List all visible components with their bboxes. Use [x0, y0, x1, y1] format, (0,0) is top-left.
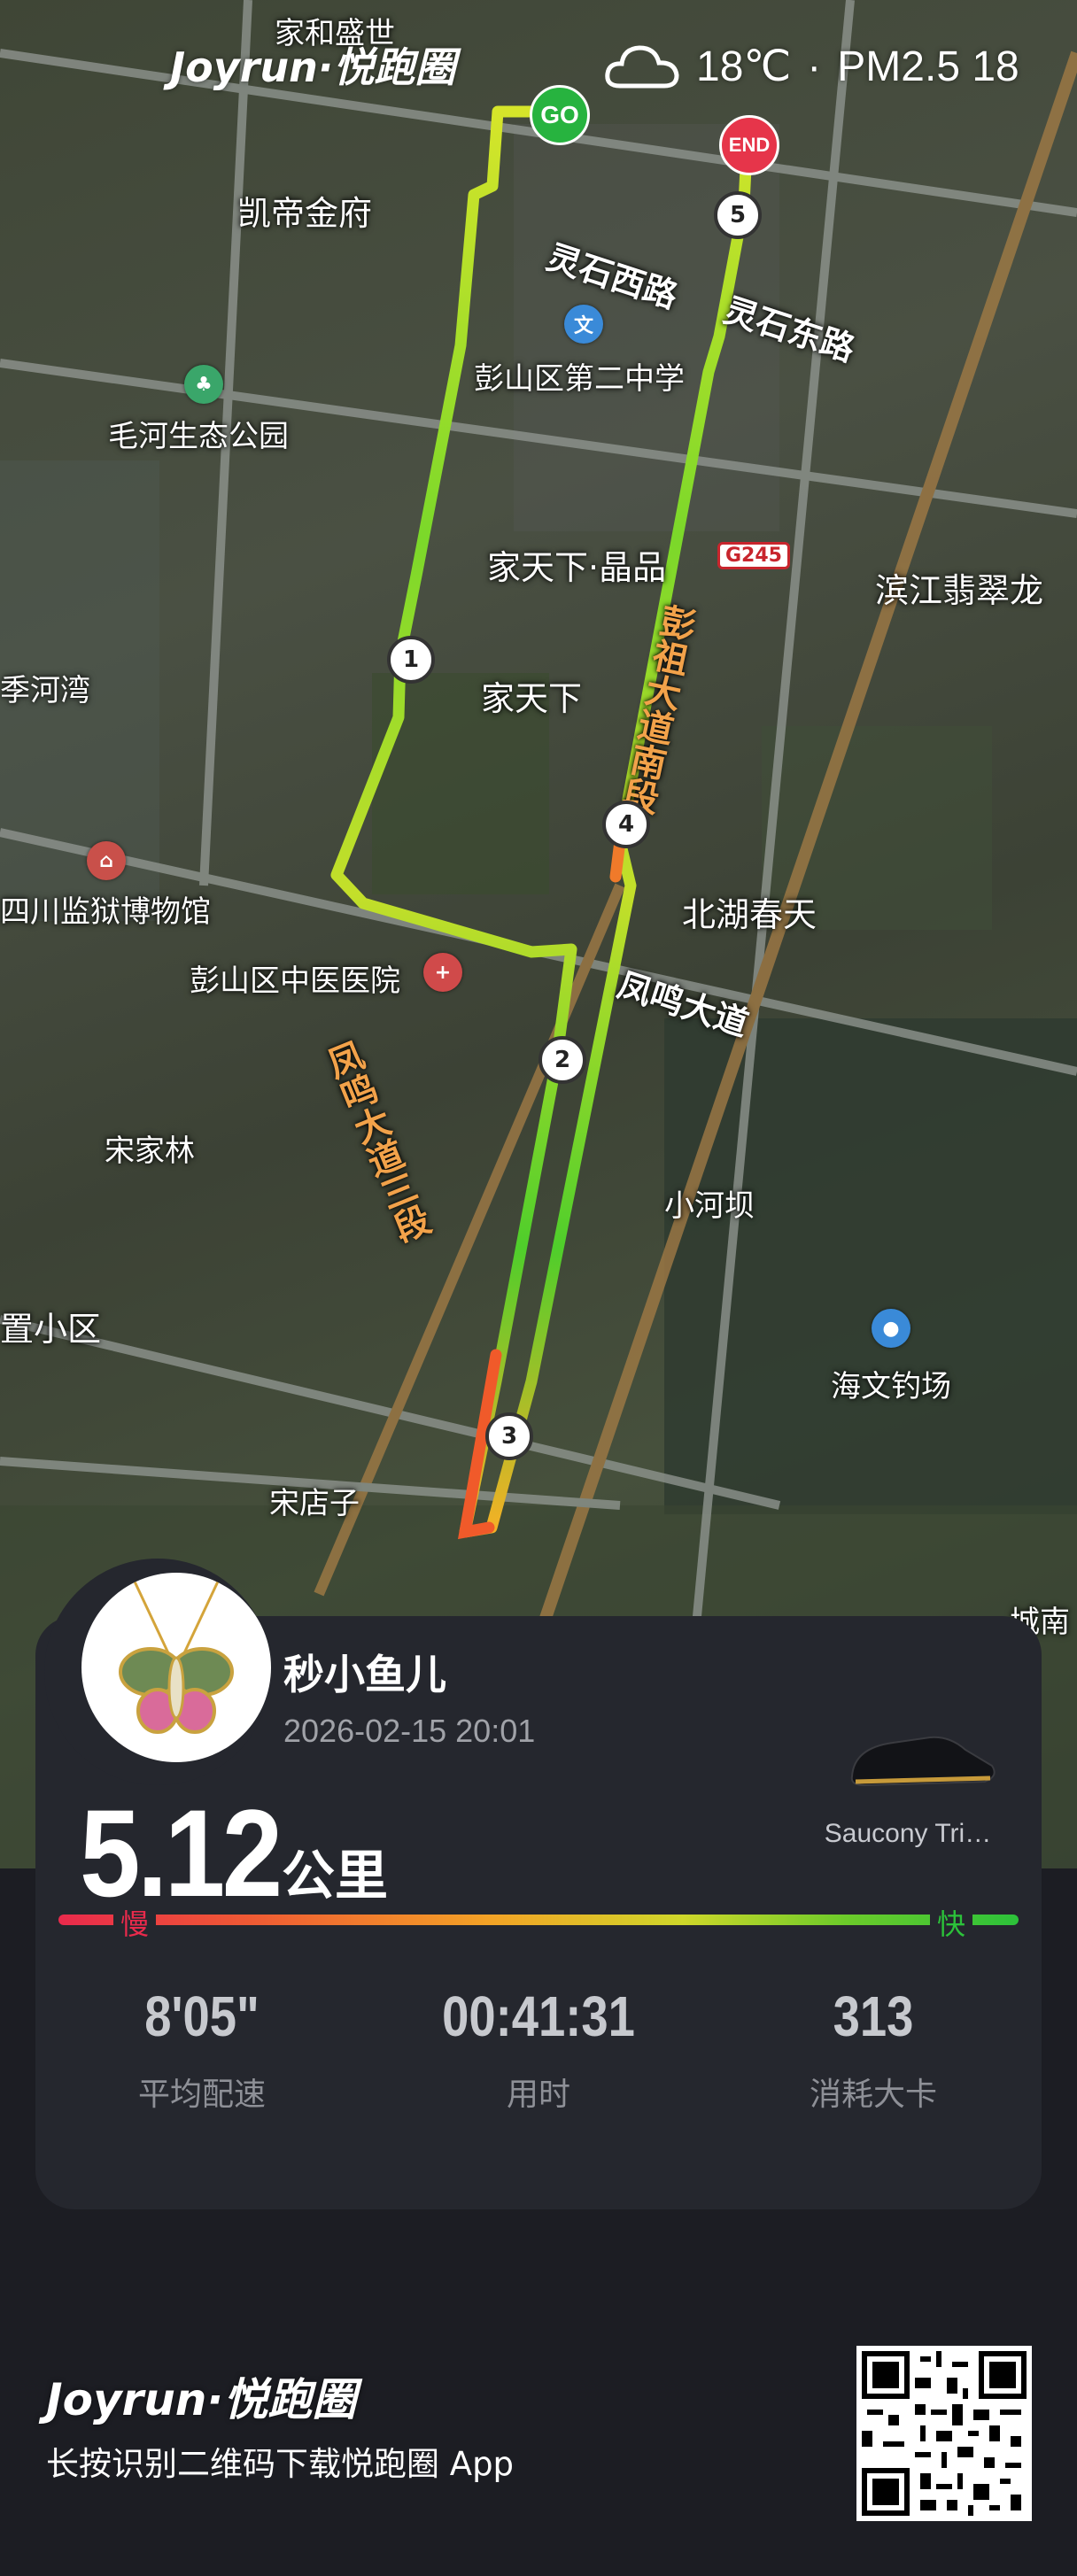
avg-pace-label: 平均配速 — [137, 2077, 266, 2113]
school-poi-icon: 文 — [564, 305, 603, 344]
temperature: 18℃ — [696, 43, 792, 90]
weather-info: 18℃ · PM2.5 18 — [602, 35, 1019, 97]
calories-label: 消耗大卡 — [809, 2077, 937, 2113]
shoe-icon[interactable] — [843, 1725, 1001, 1796]
run-datetime: 2026-02-15 20:01 — [283, 1713, 536, 1749]
footer-download-hint: 长按识别二维码下载悦跑圈 App — [46, 2445, 515, 2483]
map-label-jiatianxia: 家天下 — [481, 679, 583, 718]
map-label-kaidi: 凯帝金府 — [237, 194, 373, 233]
km-marker-5[interactable]: 5 — [714, 191, 762, 239]
end-marker[interactable]: END — [719, 115, 779, 175]
map-label-maohe-park: 毛河生态公园 — [108, 419, 289, 454]
highway-shield: G245 — [717, 542, 790, 569]
footer-brand-logo: Joyrun·悦跑圈 — [46, 2374, 357, 2425]
qr-code-pattern — [862, 2351, 1027, 2516]
location-pin-icon: ● — [872, 1309, 910, 1348]
stat-calories: 313 消耗大卡 — [740, 1984, 1006, 2115]
stat-avg-pace: 8'05" 平均配速 — [69, 1984, 335, 2115]
km-marker-1[interactable]: 1 — [387, 636, 435, 684]
hospital-poi-icon: + — [423, 953, 462, 992]
km-marker-2[interactable]: 2 — [538, 1036, 586, 1084]
pm25-value: PM2.5 18 — [837, 43, 1019, 90]
km-marker-3[interactable]: 3 — [485, 1412, 533, 1460]
butterfly-pendant-avatar — [119, 1581, 234, 1734]
map-label-prison-museum: 四川监狱博物馆 — [0, 894, 211, 930]
start-marker[interactable]: GO — [530, 85, 590, 145]
distance-value: 5.12 — [80, 1783, 283, 1922]
park-poi-icon: ♣ — [184, 365, 223, 404]
map-label-haiwen: 海文钓场 — [831, 1369, 951, 1404]
map-label-jihe-bay: 季河湾 — [0, 673, 90, 708]
map-label-songjialin: 宋家林 — [105, 1133, 195, 1169]
username: 秒小鱼儿 — [283, 1651, 446, 1698]
map-label-tcm-hospital: 彭山区中医医院 — [190, 963, 400, 999]
duration-label: 用时 — [506, 2077, 570, 2113]
weather-separator: · — [807, 43, 822, 90]
pace-fast-label: 快 — [930, 1902, 973, 1943]
shoe-image — [850, 1736, 996, 1787]
map-label-school: 彭山区第二中学 — [474, 361, 685, 397]
museum-poi-icon: ⌂ — [87, 841, 126, 880]
map-label-jiatianxia-jingpin: 家天下·晶品 — [487, 548, 667, 587]
km-marker-4[interactable]: 4 — [602, 801, 650, 848]
calories-value: 313 — [833, 1984, 914, 2048]
brand-logo: Joyrun·悦跑圈 — [170, 43, 456, 91]
qr-code[interactable] — [856, 2346, 1032, 2521]
duration-value: 00:41:31 — [442, 1984, 635, 2048]
distance-unit: 公里 — [282, 1845, 388, 1907]
map-label-binjiang: 滨江翡翠龙 — [875, 571, 1044, 610]
map-label-songdianzi: 宋店子 — [269, 1486, 360, 1521]
cloud-icon — [605, 45, 679, 89]
map-label-beihu: 北湖春天 — [682, 895, 817, 934]
pace-slow-label: 慢 — [113, 1902, 157, 1943]
stat-duration: 00:41:31 用时 — [406, 1984, 671, 2115]
shoe-name[interactable]: Saucony Tri… — [815, 1819, 1001, 1849]
avg-pace-value: 8'05" — [144, 1984, 260, 2048]
map-label-xiaoheba: 小河坝 — [664, 1188, 755, 1224]
pace-color-legend — [58, 1915, 1019, 1925]
avatar[interactable] — [81, 1573, 271, 1762]
map-label-xiaoqu: 置小区 — [0, 1310, 102, 1349]
